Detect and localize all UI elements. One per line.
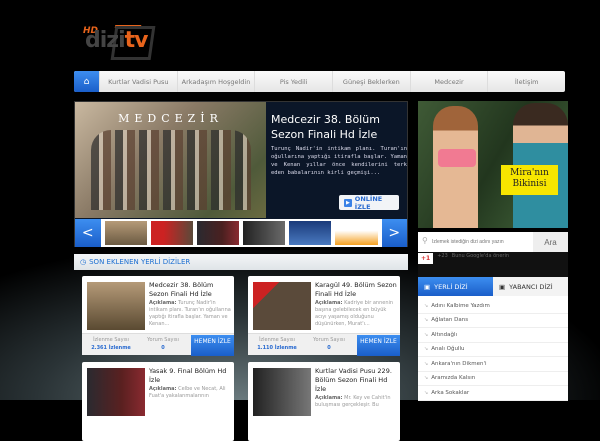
series-link[interactable]: ↘ Analı Oğullu <box>418 343 568 357</box>
episode-title[interactable]: Medcezir 38. Bölüm Sezon Finali Hd İzle <box>149 281 233 299</box>
gplus-text: Bunu Google'da önerin <box>451 253 510 259</box>
site-logo[interactable]: HD dizitv <box>83 14 156 62</box>
arrow-icon: ↘ <box>424 360 429 367</box>
nav-item[interactable]: Arkadaşım Hoşgeldin <box>176 71 255 92</box>
watch-online-button[interactable]: ▶ ONLİNE İZLE <box>339 194 399 211</box>
episode-card[interactable]: Kurtlar Vadisi Pusu 229. Bölüm Sezon Fin… <box>248 362 400 441</box>
search-input[interactable] <box>418 232 533 252</box>
episode-description: Açıklama: Kadriye bir annenin başına gel… <box>315 300 394 327</box>
series-link[interactable]: ↘ Ankara'nın Dikmen'i <box>418 357 568 372</box>
episode-description: Açıklama: Celbe ve Necat, Ali Fuat'a yak… <box>149 386 226 399</box>
episode-thumbnail[interactable] <box>253 282 311 330</box>
watch-now-button[interactable]: HEMEN İZLE <box>357 335 400 356</box>
clock-icon: ◷ <box>80 258 87 266</box>
slider-image-title: MEDCEZİR <box>118 112 223 125</box>
tv-icon: ▣ <box>424 282 431 291</box>
view-count: İzlenme Sayısı 1.110 İzlenme <box>257 337 297 351</box>
arrow-icon: ↘ <box>424 389 429 396</box>
thumbnail[interactable] <box>335 221 378 245</box>
slider-title[interactable]: Medcezir 38. Bölüm Sezon Finali Hd İzle <box>271 112 407 142</box>
episode-thumbnail[interactable] <box>253 368 311 416</box>
ad-caption: Mira'nın Bikinisi <box>501 165 558 195</box>
search-icon: ⚲ <box>422 236 428 245</box>
episode-footer: İzlenme Sayısı 1.110 İzlenme Yorum Sayısı… <box>248 333 400 356</box>
tab-label: YABANCI DİZİ <box>509 282 553 291</box>
episode-description: Açıklama: Turunç Nadir'in intikam planı.… <box>149 300 231 327</box>
section-header: ◷ SON EKLENEN YERLİ DİZİLER <box>74 254 408 270</box>
home-icon: ⌂ <box>83 76 90 87</box>
thumbnail[interactable] <box>289 221 332 245</box>
play-icon: ▶ <box>344 198 352 207</box>
cast-photo <box>91 130 251 210</box>
thumbnail[interactable] <box>196 221 240 245</box>
slider-description: Turunç Nadir'in intikam planı. Turan'ın … <box>271 146 407 176</box>
episode-description: Açıklama: Mr. Key ve Cahit'in buluşması … <box>315 395 391 408</box>
series-link[interactable]: ↘ Aramızda Kalsın <box>418 372 568 386</box>
nav-item[interactable]: Güneşi Beklerken <box>332 71 410 92</box>
gplus-count: +23 <box>437 253 448 259</box>
google-plus-bar: +1 +23 Bunu Google'da önerin <box>418 252 568 277</box>
advertisement-banner[interactable]: Mira'nın Bikinisi <box>418 101 568 228</box>
arrow-icon: ↘ <box>424 375 429 382</box>
tab-label: YERLİ DİZİ <box>434 282 468 291</box>
nav-item[interactable]: Kurtlar Vadisi Pusu <box>99 71 177 92</box>
series-tabs: ▣ YERLİ DİZİ ▣ YABANCI DİZİ <box>418 277 568 296</box>
episode-thumbnail[interactable] <box>87 368 145 416</box>
google-plus-button[interactable]: +1 <box>418 253 434 264</box>
arrow-icon: ↘ <box>424 346 429 353</box>
thumbnail[interactable] <box>150 221 193 245</box>
search-bar: ⚲ Ara <box>418 232 568 252</box>
episode-card[interactable]: Karagül 49. Bölüm Sezon Finali Hd İzle A… <box>248 276 400 356</box>
section-title: SON EKLENEN YERLİ DİZİLER <box>89 258 191 266</box>
tab-yabanci-dizi[interactable]: ▣ YABANCI DİZİ <box>493 277 568 296</box>
arrow-icon: ↘ <box>424 302 429 309</box>
episode-title[interactable]: Yasak 9. Final Bölüm Hd İzle <box>149 367 233 385</box>
ad-figure-detail <box>438 149 476 167</box>
slider-image[interactable]: MEDCEZİR <box>75 102 266 218</box>
episode-title[interactable]: Karagül 49. Bölüm Sezon Finali Hd İzle <box>315 281 399 299</box>
view-count: İzlenme Sayısı 2.361 İzlenme <box>91 337 131 351</box>
series-link[interactable]: ↘ Altındağlı <box>418 328 568 343</box>
nav-item[interactable]: Medcezir <box>409 71 488 92</box>
home-button[interactable]: ⌂ <box>74 71 99 92</box>
tv-icon: ▣ <box>499 282 506 291</box>
comment-count: Yorum Sayısı 0 <box>313 337 345 351</box>
series-link[interactable]: ↘ Ağlatan Dans <box>418 314 568 328</box>
next-button[interactable]: > <box>381 219 408 247</box>
thumbnail[interactable] <box>104 221 147 245</box>
episode-card[interactable]: Medcezir 38. Bölüm Sezon Finali Hd İzle … <box>82 276 234 356</box>
main-nav: ⌂ Kurtlar Vadisi Pusu Arkadaşım Hoşgeldi… <box>74 71 565 92</box>
series-link[interactable]: ↘ Adını Kalbime Yazdım <box>418 299 568 314</box>
thumbnail-strip: < > <box>75 219 408 247</box>
featured-slider: MEDCEZİR Medcezir 38. Bölüm Sezon Finali… <box>74 101 408 247</box>
arrow-icon: ↘ <box>424 317 429 324</box>
watch-now-button[interactable]: HEMEN İZLE <box>191 335 234 356</box>
comment-count: Yorum Sayısı 0 <box>147 337 179 351</box>
episode-card[interactable]: Yasak 9. Final Bölüm Hd İzle Açıklama: C… <box>82 362 234 441</box>
search-button[interactable]: Ara <box>533 232 568 252</box>
episode-thumbnail[interactable] <box>87 282 145 330</box>
logo-text: dizitv <box>85 28 148 53</box>
prev-button[interactable]: < <box>75 219 101 247</box>
nav-item[interactable]: İletişim <box>487 71 565 92</box>
series-list: ↘ Adını Kalbime Yazdım ↘ Ağlatan Dans ↘ Alt… <box>418 296 568 401</box>
tab-yerli-dizi[interactable]: ▣ YERLİ DİZİ <box>418 277 493 296</box>
thumbnail[interactable] <box>243 221 286 245</box>
series-link[interactable]: ↘ Arka Sokaklar <box>418 386 568 401</box>
arrow-icon: ↘ <box>424 331 429 338</box>
ad-figure <box>433 106 478 228</box>
episode-footer: İzlenme Sayısı 2.361 İzlenme Yorum Sayısı… <box>82 333 234 356</box>
episode-title[interactable]: Kurtlar Vadisi Pusu 229. Bölüm Sezon Fin… <box>315 367 399 394</box>
nav-item[interactable]: Pis Yedili <box>254 71 332 92</box>
watch-label: ONLİNE İZLE <box>354 194 383 211</box>
